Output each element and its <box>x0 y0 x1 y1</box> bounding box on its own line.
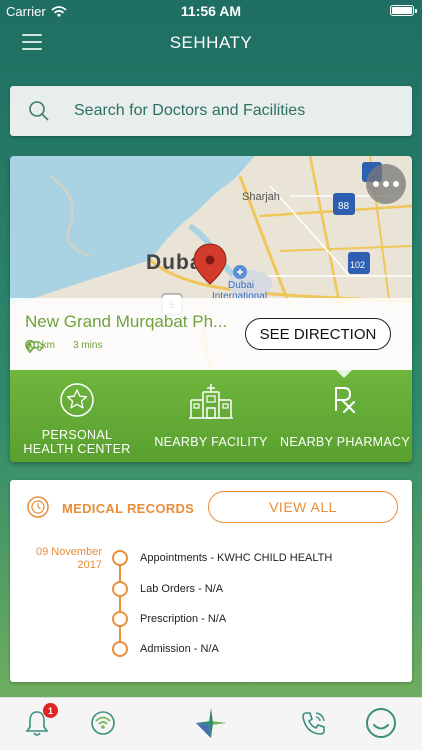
map-marker-icon[interactable] <box>193 243 227 285</box>
record-date: 09 November 2017 <box>24 546 102 572</box>
search-icon <box>29 101 49 121</box>
tab-pharmacy-label: NEARBY PHARMACY <box>280 435 410 449</box>
bottom-tab-bar: 1 <box>0 697 422 750</box>
star-circle-icon <box>60 383 94 417</box>
tab-personal-health-center[interactable]: PERSONAL HEALTH CENTER <box>10 370 144 462</box>
timeline-item-label: Admission - N/A <box>140 643 219 655</box>
home-logo-button[interactable] <box>194 706 228 740</box>
search-input[interactable] <box>74 102 394 120</box>
view-all-button[interactable]: VIEW ALL <box>208 491 398 523</box>
medical-records-icon <box>27 496 49 518</box>
status-time: 11:56 AM <box>180 3 242 19</box>
hospital-icon <box>189 384 233 419</box>
service-tabs: PERSONAL HEALTH CENTER NEARBY FACILITY N… <box>10 369 412 462</box>
map-label-sharjah: Sharjah <box>242 191 280 203</box>
place-info-panel[interactable]: New Grand Murqabat Ph... 1.0 km 3 mins S… <box>10 298 412 370</box>
tab-nearby-pharmacy[interactable]: NEARBY PHARMACY <box>278 370 412 462</box>
timeline-line <box>119 558 121 650</box>
tab-facility-label: NEARBY FACILITY <box>154 435 268 449</box>
record-date-day: 09 November <box>35 546 102 558</box>
timeline-dot <box>112 550 128 566</box>
timeline-item-label: Lab Orders - N/A <box>140 583 224 595</box>
timeline-item[interactable]: Lab Orders - N/A <box>112 581 223 597</box>
signal-icon <box>91 711 115 735</box>
timeline-dot <box>112 641 128 657</box>
car-icon <box>26 341 44 351</box>
logo-icon <box>195 707 227 739</box>
timeline-item[interactable]: Prescription - N/A <box>112 611 226 627</box>
timeline-item[interactable]: Admission - N/A <box>112 641 219 657</box>
timeline-item-label: Appointments - KWHC CHILD HEALTH <box>140 552 333 564</box>
page-title: SEHHATY <box>169 33 253 52</box>
place-meta: 1.0 km 3 mins <box>25 340 103 353</box>
timeline-item[interactable]: Appointments - KWHC CHILD HEALTH <box>112 550 332 566</box>
notifications-button[interactable]: 1 <box>20 703 58 740</box>
rx-icon <box>335 387 355 413</box>
medical-records-card: MEDICAL RECORDS VIEW ALL 09 November 201… <box>10 480 412 682</box>
app-header: SEHHATY <box>0 24 422 64</box>
map-card: Sharjah Dubai Dubai International 88 102… <box>10 156 412 462</box>
timeline-dot <box>112 581 128 597</box>
notification-badge: 1 <box>43 703 58 718</box>
road-badge-102-label: 102 <box>350 260 365 270</box>
search-bar[interactable] <box>10 86 412 136</box>
phone-icon <box>302 712 325 735</box>
tab-personal-label-2: HEALTH CENTER <box>23 442 131 456</box>
feedback-button[interactable] <box>364 706 398 740</box>
status-bar: Carrier 11:56 AM <box>0 0 422 22</box>
timeline-dot <box>112 611 128 627</box>
see-direction-button[interactable]: SEE DIRECTION <box>245 318 391 350</box>
map-view[interactable]: Sharjah Dubai Dubai International 88 102… <box>10 156 412 370</box>
timeline-item-label: Prescription - N/A <box>140 613 227 625</box>
signal-button[interactable] <box>86 706 120 740</box>
tab-personal-label-1: PERSONAL <box>41 428 113 442</box>
place-name[interactable]: New Grand Murqabat Ph... <box>25 312 227 332</box>
road-badge-88-label: 88 <box>338 201 350 212</box>
tab-nearby-facility[interactable]: NEARBY FACILITY <box>144 370 278 462</box>
smile-icon <box>366 708 396 738</box>
map-label-airport-1: Dubai <box>228 280 254 291</box>
record-date-year: 2017 <box>77 559 102 571</box>
more-options-button[interactable] <box>366 164 406 204</box>
medical-records-title: MEDICAL RECORDS <box>62 501 195 516</box>
battery-icon <box>390 5 417 16</box>
call-button[interactable] <box>297 706 331 740</box>
place-duration: 3 mins <box>73 340 103 351</box>
